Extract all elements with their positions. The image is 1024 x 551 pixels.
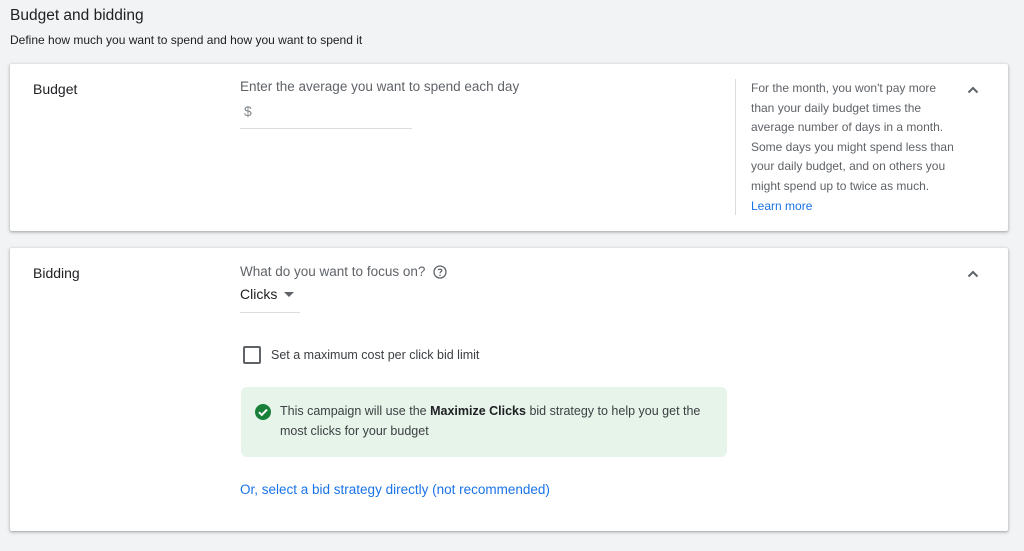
- info-strategy-name: Maximize Clicks: [430, 404, 526, 418]
- bidding-collapse-button[interactable]: [963, 264, 983, 284]
- strategy-info-text: This campaign will use the Maximize Clic…: [280, 401, 710, 441]
- check-circle-icon: [255, 404, 271, 420]
- dropdown-caret-icon: [284, 292, 295, 297]
- select-bid-strategy-link[interactable]: Or, select a bid strategy directly (not …: [240, 482, 550, 497]
- bidding-card: Bidding What do you want to focus on? Cl…: [10, 248, 1008, 531]
- page-header-title: Budget and bidding: [10, 7, 144, 24]
- focus-label-text: What do you want to focus on?: [240, 264, 426, 279]
- help-icon[interactable]: [433, 264, 448, 279]
- currency-symbol: $: [244, 103, 252, 119]
- learn-more-link[interactable]: Learn more: [751, 199, 812, 213]
- vertical-divider: [735, 79, 736, 215]
- budget-collapse-button[interactable]: [963, 80, 983, 100]
- max-cpc-row: Set a maximum cost per click bid limit: [243, 346, 479, 364]
- budget-section-title: Budget: [33, 81, 78, 97]
- info-prefix: This campaign will use the: [280, 404, 431, 418]
- max-cpc-checkbox[interactable]: [243, 346, 261, 364]
- max-cpc-label[interactable]: Set a maximum cost per click bid limit: [271, 348, 479, 362]
- daily-budget-input[interactable]: [256, 100, 410, 126]
- daily-budget-label: Enter the average you want to spend each…: [240, 79, 520, 94]
- focus-question: What do you want to focus on?: [240, 264, 448, 279]
- strategy-info-box: This campaign will use the Maximize Clic…: [241, 387, 727, 457]
- bidding-section-title: Bidding: [33, 265, 80, 281]
- budget-help-text: For the month, you won't pay more than y…: [751, 79, 957, 216]
- focus-dropdown-value: Clicks: [240, 286, 278, 302]
- daily-budget-field: $: [240, 98, 412, 129]
- focus-dropdown[interactable]: Clicks: [240, 286, 300, 313]
- budget-help-body: For the month, you won't pay more than y…: [751, 81, 954, 193]
- chevron-up-icon: [967, 270, 979, 278]
- budget-card: Budget Enter the average you want to spe…: [10, 64, 1008, 231]
- page-header-subtitle: Define how much you want to spend and ho…: [10, 33, 363, 47]
- chevron-up-icon: [967, 86, 979, 94]
